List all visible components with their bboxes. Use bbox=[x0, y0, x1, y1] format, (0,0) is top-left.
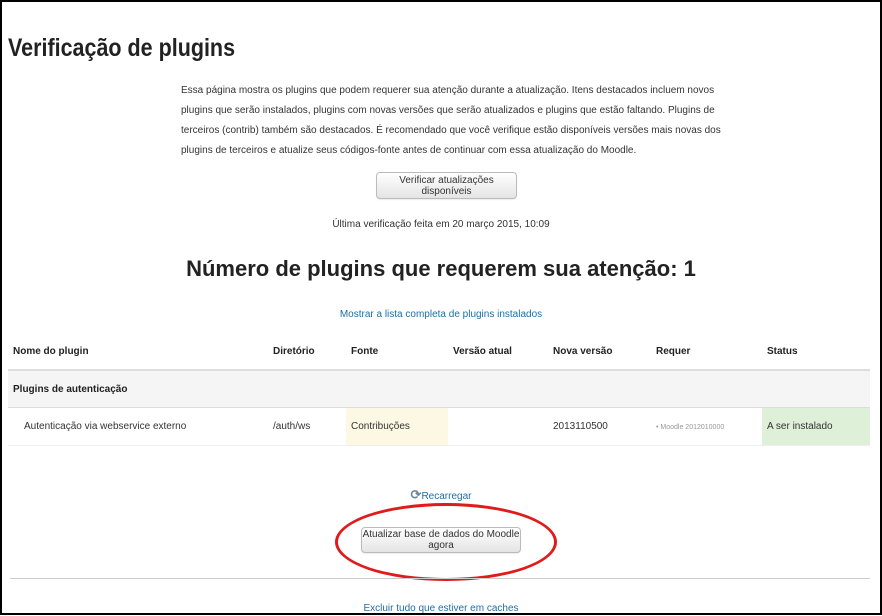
header-plugin-name: Nome do plugin bbox=[8, 334, 268, 371]
cell-requires: • Moodle 2012010000 bbox=[651, 407, 762, 446]
cell-source: Contribuções bbox=[346, 407, 448, 446]
purge-container: Excluir tudo que estiver em caches bbox=[0, 598, 882, 616]
reload-container: ⟳Recarregar bbox=[0, 486, 882, 504]
cell-current-version bbox=[448, 407, 548, 446]
upgrade-database-button[interactable]: Atualizar base de dados do Moodle agora bbox=[361, 527, 521, 553]
last-check-text: Última verificação feita em 20 março 201… bbox=[332, 219, 550, 230]
plugin-group-row: Plugins de autenticação bbox=[8, 369, 870, 408]
table-header-row: Nome do plugin Diretório Fonte Versão at… bbox=[8, 334, 870, 371]
page-title: Verificação de plugins bbox=[8, 34, 236, 62]
cell-status: A ser instalado bbox=[762, 407, 870, 446]
requires-item: • Moodle 2012010000 bbox=[656, 424, 725, 431]
show-all-container: Mostrar a lista completa de plugins inst… bbox=[0, 304, 882, 322]
header-current-version: Versão atual bbox=[448, 334, 548, 371]
cell-plugin-name: Autenticação via webservice externo bbox=[8, 407, 268, 446]
reload-link[interactable]: Recarregar bbox=[421, 491, 471, 502]
plugins-count-heading: Número de plugins que requerem sua atenç… bbox=[186, 256, 696, 281]
show-all-plugins-link[interactable]: Mostrar a lista completa de plugins inst… bbox=[340, 309, 542, 320]
divider bbox=[10, 578, 870, 579]
header-new-version: Nova versão bbox=[548, 334, 651, 371]
plugin-group-label: Plugins de autenticação bbox=[8, 369, 870, 408]
refresh-icon[interactable]: ⟳ bbox=[411, 487, 422, 502]
table-row: Autenticação via webservice externo /aut… bbox=[8, 407, 870, 446]
header-directory: Diretório bbox=[268, 334, 346, 371]
header-source: Fonte bbox=[346, 334, 448, 371]
header-status: Status bbox=[762, 334, 870, 371]
header-requires: Requer bbox=[651, 334, 762, 371]
cell-directory: /auth/ws bbox=[268, 407, 346, 446]
intro-text: Essa página mostra os plugins que podem … bbox=[181, 85, 721, 156]
check-updates-button[interactable]: Verificar atualizações disponíveis bbox=[376, 172, 517, 199]
purge-caches-link[interactable]: Excluir tudo que estiver em caches bbox=[363, 603, 518, 614]
plugins-table: Nome do plugin Diretório Fonte Versão at… bbox=[8, 334, 870, 446]
cell-new-version: 2013110500 bbox=[548, 407, 651, 446]
